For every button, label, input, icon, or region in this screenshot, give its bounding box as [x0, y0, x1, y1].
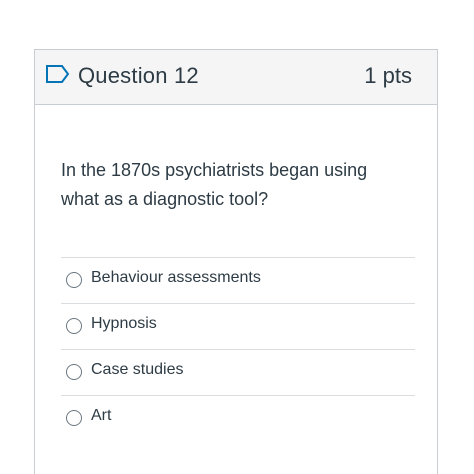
- answer-option[interactable]: Hypnosis: [61, 303, 415, 349]
- radio-button[interactable]: [66, 272, 82, 288]
- question-text: In the 1870s psychiatrists began using w…: [61, 160, 368, 209]
- radio-button[interactable]: [66, 364, 82, 380]
- answer-label[interactable]: Art: [91, 407, 111, 425]
- answer-label[interactable]: Hypnosis: [91, 315, 157, 333]
- answer-label[interactable]: Case studies: [91, 361, 184, 379]
- flag-question-icon[interactable]: [45, 64, 71, 84]
- question-header: Question 12 1 pts: [35, 50, 437, 105]
- question-points: 1 pts: [364, 63, 412, 88]
- answer-label[interactable]: Behaviour assessments: [91, 269, 261, 287]
- radio-button[interactable]: [66, 410, 82, 426]
- answer-option[interactable]: Case studies: [61, 349, 415, 395]
- answer-option[interactable]: Behaviour assessments: [61, 257, 415, 303]
- question-title: Question 12: [78, 63, 199, 88]
- radio-button[interactable]: [66, 318, 82, 334]
- answer-list: Behaviour assessments Hypnosis Case stud…: [61, 257, 415, 441]
- question-card: Question 12 1 pts In the 1870s psychiatr…: [34, 49, 438, 474]
- answer-option[interactable]: Art: [61, 395, 415, 441]
